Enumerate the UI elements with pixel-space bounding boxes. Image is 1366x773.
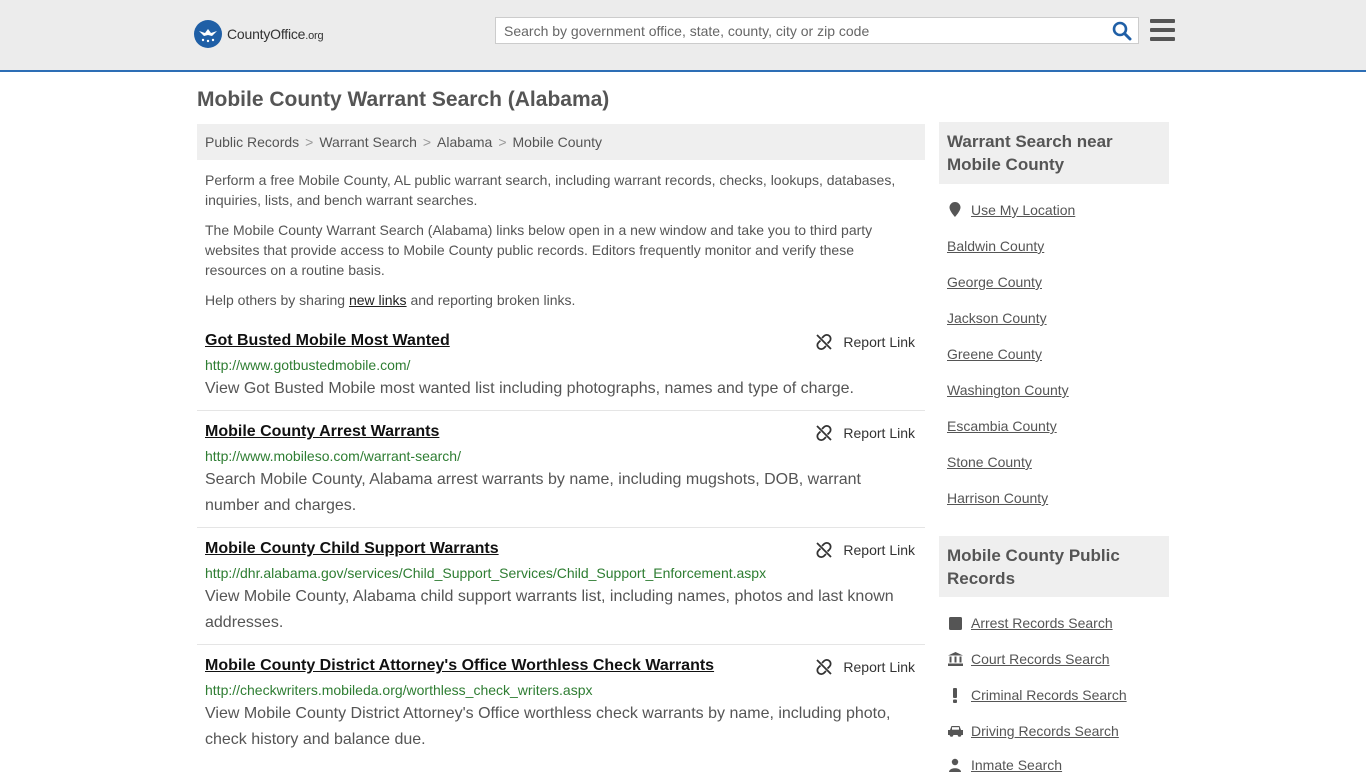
- breadcrumb-separator: >: [422, 134, 432, 150]
- broken-link-icon: [816, 541, 833, 559]
- square-icon: [947, 615, 963, 631]
- arrest-records-link[interactable]: Arrest Records Search: [947, 615, 1113, 631]
- nearby-county-link[interactable]: Washington County: [947, 382, 1069, 398]
- courthouse-icon: [947, 651, 963, 667]
- report-link-label: Report Link: [843, 425, 915, 441]
- car-icon: [947, 723, 963, 739]
- breadcrumb-warrant-search[interactable]: Warrant Search: [319, 134, 417, 150]
- logo-name: CountyOffice: [227, 26, 306, 42]
- inmate-search-link[interactable]: Inmate Search: [947, 757, 1062, 773]
- breadcrumb-public-records[interactable]: Public Records: [205, 134, 299, 150]
- report-link-button[interactable]: Report Link: [815, 541, 915, 559]
- result-title-link[interactable]: Mobile County Arrest Warrants: [205, 422, 439, 442]
- result-url: http://dhr.alabama.gov/services/Child_Su…: [205, 565, 767, 581]
- report-link-button[interactable]: Report Link: [815, 658, 915, 676]
- site-logo[interactable]: CountyOffice.org: [194, 20, 324, 48]
- broken-link-icon: [816, 424, 833, 442]
- result-title-link[interactable]: Mobile County District Attorney's Office…: [205, 656, 714, 676]
- result-description: View Got Busted Mobile most wanted list …: [205, 380, 854, 397]
- use-my-location-link[interactable]: Use My Location: [947, 202, 1075, 218]
- result-title-link[interactable]: Mobile County Child Support Warrants: [205, 539, 499, 559]
- report-link-button[interactable]: Report Link: [815, 424, 915, 442]
- use-my-location-label: Use My Location: [971, 202, 1076, 218]
- broken-link-icon: [816, 658, 833, 676]
- intro-text: and reporting broken links.: [410, 292, 576, 308]
- result-description: View Mobile County, Alabama child suppor…: [205, 588, 894, 631]
- inmate-search-label: Inmate Search: [971, 757, 1063, 773]
- page-title: Mobile County Warrant Search (Alabama): [197, 88, 610, 111]
- logo-text: CountyOffice.org: [227, 26, 324, 42]
- broken-link-icon: [816, 333, 833, 351]
- criminal-records-label: Criminal Records Search: [971, 687, 1127, 703]
- breadcrumb-separator: >: [498, 134, 507, 150]
- result-item: Mobile County Child Support Warrants Rep…: [197, 539, 925, 645]
- nearby-county-link[interactable]: Jackson County: [947, 310, 1047, 326]
- report-link-label: Report Link: [843, 542, 915, 558]
- nearby-heading: Warrant Search near Mobile County: [939, 122, 1169, 184]
- result-url: http://checkwriters.mobileda.org/worthle…: [205, 682, 593, 698]
- breadcrumb: Public Records > Warrant Search > Alabama > Mo…: [197, 124, 925, 160]
- court-records-label: Court Records Search: [971, 651, 1110, 667]
- intro-text: Help others by sharing: [205, 292, 346, 308]
- result-item: Mobile County Arrest Warrants Report Lin…: [197, 422, 925, 528]
- result-url: http://www.mobileso.com/warrant-search/: [205, 448, 461, 464]
- driving-records-label: Driving Records Search: [971, 723, 1119, 739]
- map-pin-icon: [947, 202, 963, 218]
- breadcrumb-alabama[interactable]: Alabama: [437, 134, 492, 150]
- result-description: View Mobile County District Attorney's O…: [205, 705, 891, 748]
- nearby-county-link[interactable]: Escambia County: [947, 418, 1057, 434]
- nearby-county-link[interactable]: Baldwin County: [947, 238, 1044, 254]
- site-header: CountyOffice.org: [0, 0, 1366, 72]
- result-item: Mobile County District Attorney's Office…: [197, 656, 925, 762]
- logo-suffix: .org: [305, 30, 324, 42]
- menu-bar: [1150, 37, 1175, 41]
- search-icon[interactable]: [1112, 21, 1132, 41]
- search-input[interactable]: [496, 18, 1112, 43]
- nearby-county-link[interactable]: Harrison County: [947, 490, 1048, 506]
- menu-bar: [1150, 19, 1175, 23]
- inmate-icon: [947, 757, 963, 773]
- public-records-heading: Mobile County Public Records: [939, 536, 1169, 597]
- result-url: http://www.gotbustedmobile.com/: [205, 357, 411, 373]
- result-item: Got Busted Mobile Most Wanted Report Lin…: [197, 331, 925, 411]
- report-link-label: Report Link: [843, 659, 915, 675]
- nearby-county-link[interactable]: Stone County: [947, 454, 1032, 470]
- menu-bar: [1150, 28, 1175, 32]
- intro-paragraph-1: Perform a free Mobile County, AL public …: [205, 172, 896, 208]
- criminal-records-link[interactable]: Criminal Records Search: [947, 687, 1127, 703]
- eagle-logo-icon: [194, 20, 222, 48]
- breadcrumb-separator: >: [305, 134, 314, 150]
- report-link-button[interactable]: Report Link: [815, 333, 915, 351]
- search-box: [495, 17, 1139, 44]
- intro-paragraph-3: Help others by sharing new links and rep…: [205, 290, 910, 310]
- result-title-link[interactable]: Got Busted Mobile Most Wanted: [205, 331, 450, 351]
- new-links-link[interactable]: new links: [349, 292, 407, 308]
- court-records-link[interactable]: Court Records Search: [947, 651, 1110, 667]
- arrest-records-label: Arrest Records Search: [971, 615, 1113, 631]
- breadcrumb-mobile-county: Mobile County: [512, 134, 603, 150]
- report-link-label: Report Link: [843, 334, 915, 350]
- nearby-county-link[interactable]: Greene County: [947, 346, 1042, 362]
- intro-paragraph-2: The Mobile County Warrant Search (Alabam…: [205, 222, 873, 278]
- result-description: Search Mobile County, Alabama arrest war…: [205, 471, 861, 514]
- hamburger-menu-icon[interactable]: [1150, 19, 1175, 41]
- nearby-county-link[interactable]: George County: [947, 274, 1042, 290]
- exclamation-icon: [947, 687, 963, 703]
- driving-records-link[interactable]: Driving Records Search: [947, 723, 1119, 739]
